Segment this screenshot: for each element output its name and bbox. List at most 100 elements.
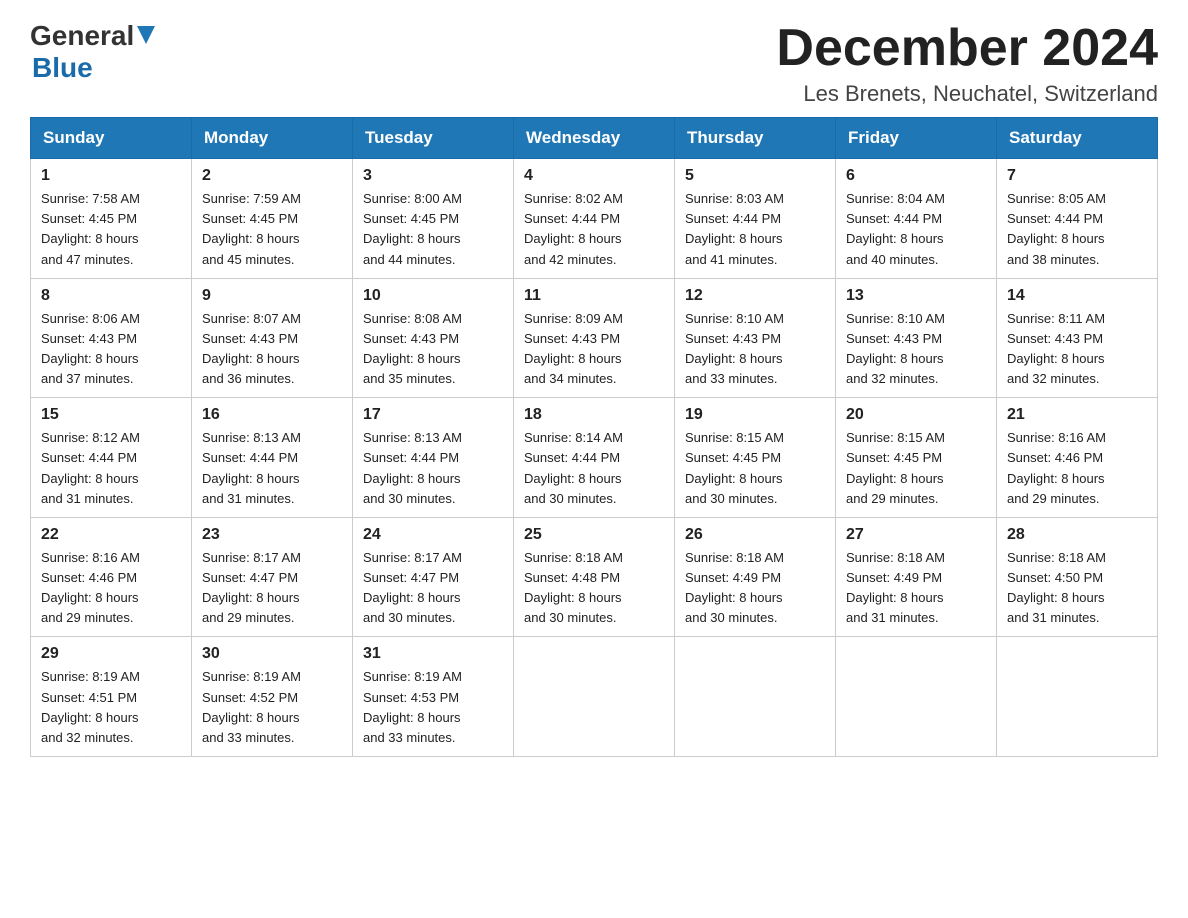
day-number: 8 [41,287,181,305]
day-number: 11 [524,287,664,305]
day-number: 14 [1007,287,1147,305]
weekday-header-friday: Friday [836,118,997,159]
weekday-header-saturday: Saturday [997,118,1158,159]
day-number: 17 [363,406,503,424]
calendar-cell: 23Sunrise: 8:17 AMSunset: 4:47 PMDayligh… [192,517,353,637]
calendar-cell: 5Sunrise: 8:03 AMSunset: 4:44 PMDaylight… [675,159,836,279]
page-header: General Blue December 2024 Les Brenets, … [30,20,1158,107]
day-info: Sunrise: 8:03 AMSunset: 4:44 PMDaylight:… [685,189,825,270]
day-info: Sunrise: 8:18 AMSunset: 4:49 PMDaylight:… [685,548,825,629]
weekday-header-sunday: Sunday [31,118,192,159]
day-number: 10 [363,287,503,305]
weekday-header-monday: Monday [192,118,353,159]
calendar-week-row: 29 Sunrise: 8:19 AMSunset: 4:51 PMDayligh… [31,637,1158,757]
day-number: 1 [41,167,181,185]
calendar-cell: 13Sunrise: 8:10 AMSunset: 4:43 PMDayligh… [836,278,997,398]
calendar-cell: 17 Sunrise: 8:13 AMSunset: 4:44 PMDayligh… [353,398,514,518]
weekday-header-thursday: Thursday [675,118,836,159]
calendar-cell: 7 Sunrise: 8:05 AMSunset: 4:44 PMDaylight… [997,159,1158,279]
calendar-cell [997,637,1158,757]
calendar-cell: 24 Sunrise: 8:17 AMSunset: 4:47 PMDayligh… [353,517,514,637]
calendar-cell: 22 Sunrise: 8:16 AMSunset: 4:46 PMDayligh… [31,517,192,637]
day-number: 15 [41,406,181,424]
day-info: Sunrise: 7:58 AMSunset: 4:45 PMDaylight:… [41,189,181,270]
calendar-table: SundayMondayTuesdayWednesdayThursdayFrid… [30,117,1158,757]
day-info: Sunrise: 8:00 AMSunset: 4:45 PMDaylight:… [363,189,503,270]
day-number: 30 [202,645,342,663]
day-info: Sunrise: 8:19 AMSunset: 4:51 PMDaylight:… [41,667,181,748]
day-info: Sunrise: 8:02 AMSunset: 4:44 PMDaylight:… [524,189,664,270]
day-info: Sunrise: 8:04 AMSunset: 4:44 PMDaylight:… [846,189,986,270]
calendar-cell: 19 Sunrise: 8:15 AMSunset: 4:45 PMDayligh… [675,398,836,518]
day-number: 27 [846,526,986,544]
day-info: Sunrise: 8:19 AMSunset: 4:52 PMDaylight:… [202,667,342,748]
calendar-cell [514,637,675,757]
day-info: Sunrise: 8:12 AMSunset: 4:44 PMDaylight:… [41,428,181,509]
day-info: Sunrise: 8:19 AMSunset: 4:53 PMDaylight:… [363,667,503,748]
day-number: 24 [363,526,503,544]
calendar-cell: 15 Sunrise: 8:12 AMSunset: 4:44 PMDayligh… [31,398,192,518]
day-number: 25 [524,526,664,544]
logo: General Blue [30,20,155,84]
day-info: Sunrise: 8:10 AMSunset: 4:43 PMDaylight:… [685,309,825,390]
calendar-cell: 18 Sunrise: 8:14 AMSunset: 4:44 PMDayligh… [514,398,675,518]
calendar-cell: 28Sunrise: 8:18 AMSunset: 4:50 PMDayligh… [997,517,1158,637]
day-number: 16 [202,406,342,424]
location: Les Brenets, Neuchatel, Switzerland [776,81,1158,107]
day-number: 22 [41,526,181,544]
day-info: Sunrise: 8:07 AMSunset: 4:43 PMDaylight:… [202,309,342,390]
calendar-cell: 10Sunrise: 8:08 AMSunset: 4:43 PMDayligh… [353,278,514,398]
day-info: Sunrise: 8:15 AMSunset: 4:45 PMDaylight:… [685,428,825,509]
day-info: Sunrise: 8:15 AMSunset: 4:45 PMDaylight:… [846,428,986,509]
weekday-header-row: SundayMondayTuesdayWednesdayThursdayFrid… [31,118,1158,159]
calendar-week-row: 1 Sunrise: 7:58 AMSunset: 4:45 PMDaylight… [31,159,1158,279]
calendar-cell: 4 Sunrise: 8:02 AMSunset: 4:44 PMDaylight… [514,159,675,279]
day-info: Sunrise: 8:13 AMSunset: 4:44 PMDaylight:… [363,428,503,509]
day-number: 18 [524,406,664,424]
day-number: 19 [685,406,825,424]
day-info: Sunrise: 8:17 AMSunset: 4:47 PMDaylight:… [363,548,503,629]
calendar-week-row: 15 Sunrise: 8:12 AMSunset: 4:44 PMDayligh… [31,398,1158,518]
day-info: Sunrise: 8:05 AMSunset: 4:44 PMDaylight:… [1007,189,1147,270]
day-number: 9 [202,287,342,305]
day-info: Sunrise: 8:14 AMSunset: 4:44 PMDaylight:… [524,428,664,509]
day-info: Sunrise: 8:09 AMSunset: 4:43 PMDaylight:… [524,309,664,390]
calendar-cell: 12Sunrise: 8:10 AMSunset: 4:43 PMDayligh… [675,278,836,398]
day-info: Sunrise: 8:16 AMSunset: 4:46 PMDaylight:… [1007,428,1147,509]
day-number: 21 [1007,406,1147,424]
day-number: 23 [202,526,342,544]
calendar-cell: 3Sunrise: 8:00 AMSunset: 4:45 PMDaylight… [353,159,514,279]
day-info: Sunrise: 8:18 AMSunset: 4:49 PMDaylight:… [846,548,986,629]
day-number: 28 [1007,526,1147,544]
calendar-cell: 29 Sunrise: 8:19 AMSunset: 4:51 PMDayligh… [31,637,192,757]
calendar-cell [836,637,997,757]
day-number: 7 [1007,167,1147,185]
calendar-cell: 9 Sunrise: 8:07 AMSunset: 4:43 PMDaylight… [192,278,353,398]
day-number: 13 [846,287,986,305]
calendar-cell: 31 Sunrise: 8:19 AMSunset: 4:53 PMDayligh… [353,637,514,757]
calendar-cell: 25 Sunrise: 8:18 AMSunset: 4:48 PMDayligh… [514,517,675,637]
calendar-cell: 2Sunrise: 7:59 AMSunset: 4:45 PMDaylight… [192,159,353,279]
calendar-cell: 11 Sunrise: 8:09 AMSunset: 4:43 PMDayligh… [514,278,675,398]
calendar-cell: 26Sunrise: 8:18 AMSunset: 4:49 PMDayligh… [675,517,836,637]
day-number: 4 [524,167,664,185]
logo-blue-text: Blue [32,52,93,84]
weekday-header-wednesday: Wednesday [514,118,675,159]
day-number: 29 [41,645,181,663]
day-info: Sunrise: 8:13 AMSunset: 4:44 PMDaylight:… [202,428,342,509]
day-number: 31 [363,645,503,663]
day-number: 20 [846,406,986,424]
day-info: Sunrise: 8:18 AMSunset: 4:48 PMDaylight:… [524,548,664,629]
calendar-cell: 6Sunrise: 8:04 AMSunset: 4:44 PMDaylight… [836,159,997,279]
calendar-cell: 21 Sunrise: 8:16 AMSunset: 4:46 PMDayligh… [997,398,1158,518]
day-info: Sunrise: 8:16 AMSunset: 4:46 PMDaylight:… [41,548,181,629]
calendar-cell: 1 Sunrise: 7:58 AMSunset: 4:45 PMDaylight… [31,159,192,279]
calendar-week-row: 8Sunrise: 8:06 AMSunset: 4:43 PMDaylight… [31,278,1158,398]
day-info: Sunrise: 8:11 AMSunset: 4:43 PMDaylight:… [1007,309,1147,390]
day-number: 2 [202,167,342,185]
calendar-cell: 20 Sunrise: 8:15 AMSunset: 4:45 PMDayligh… [836,398,997,518]
calendar-cell: 30 Sunrise: 8:19 AMSunset: 4:52 PMDayligh… [192,637,353,757]
month-title: December 2024 [776,20,1158,77]
logo-triangle-icon [137,26,155,49]
calendar-cell: 14 Sunrise: 8:11 AMSunset: 4:43 PMDayligh… [997,278,1158,398]
